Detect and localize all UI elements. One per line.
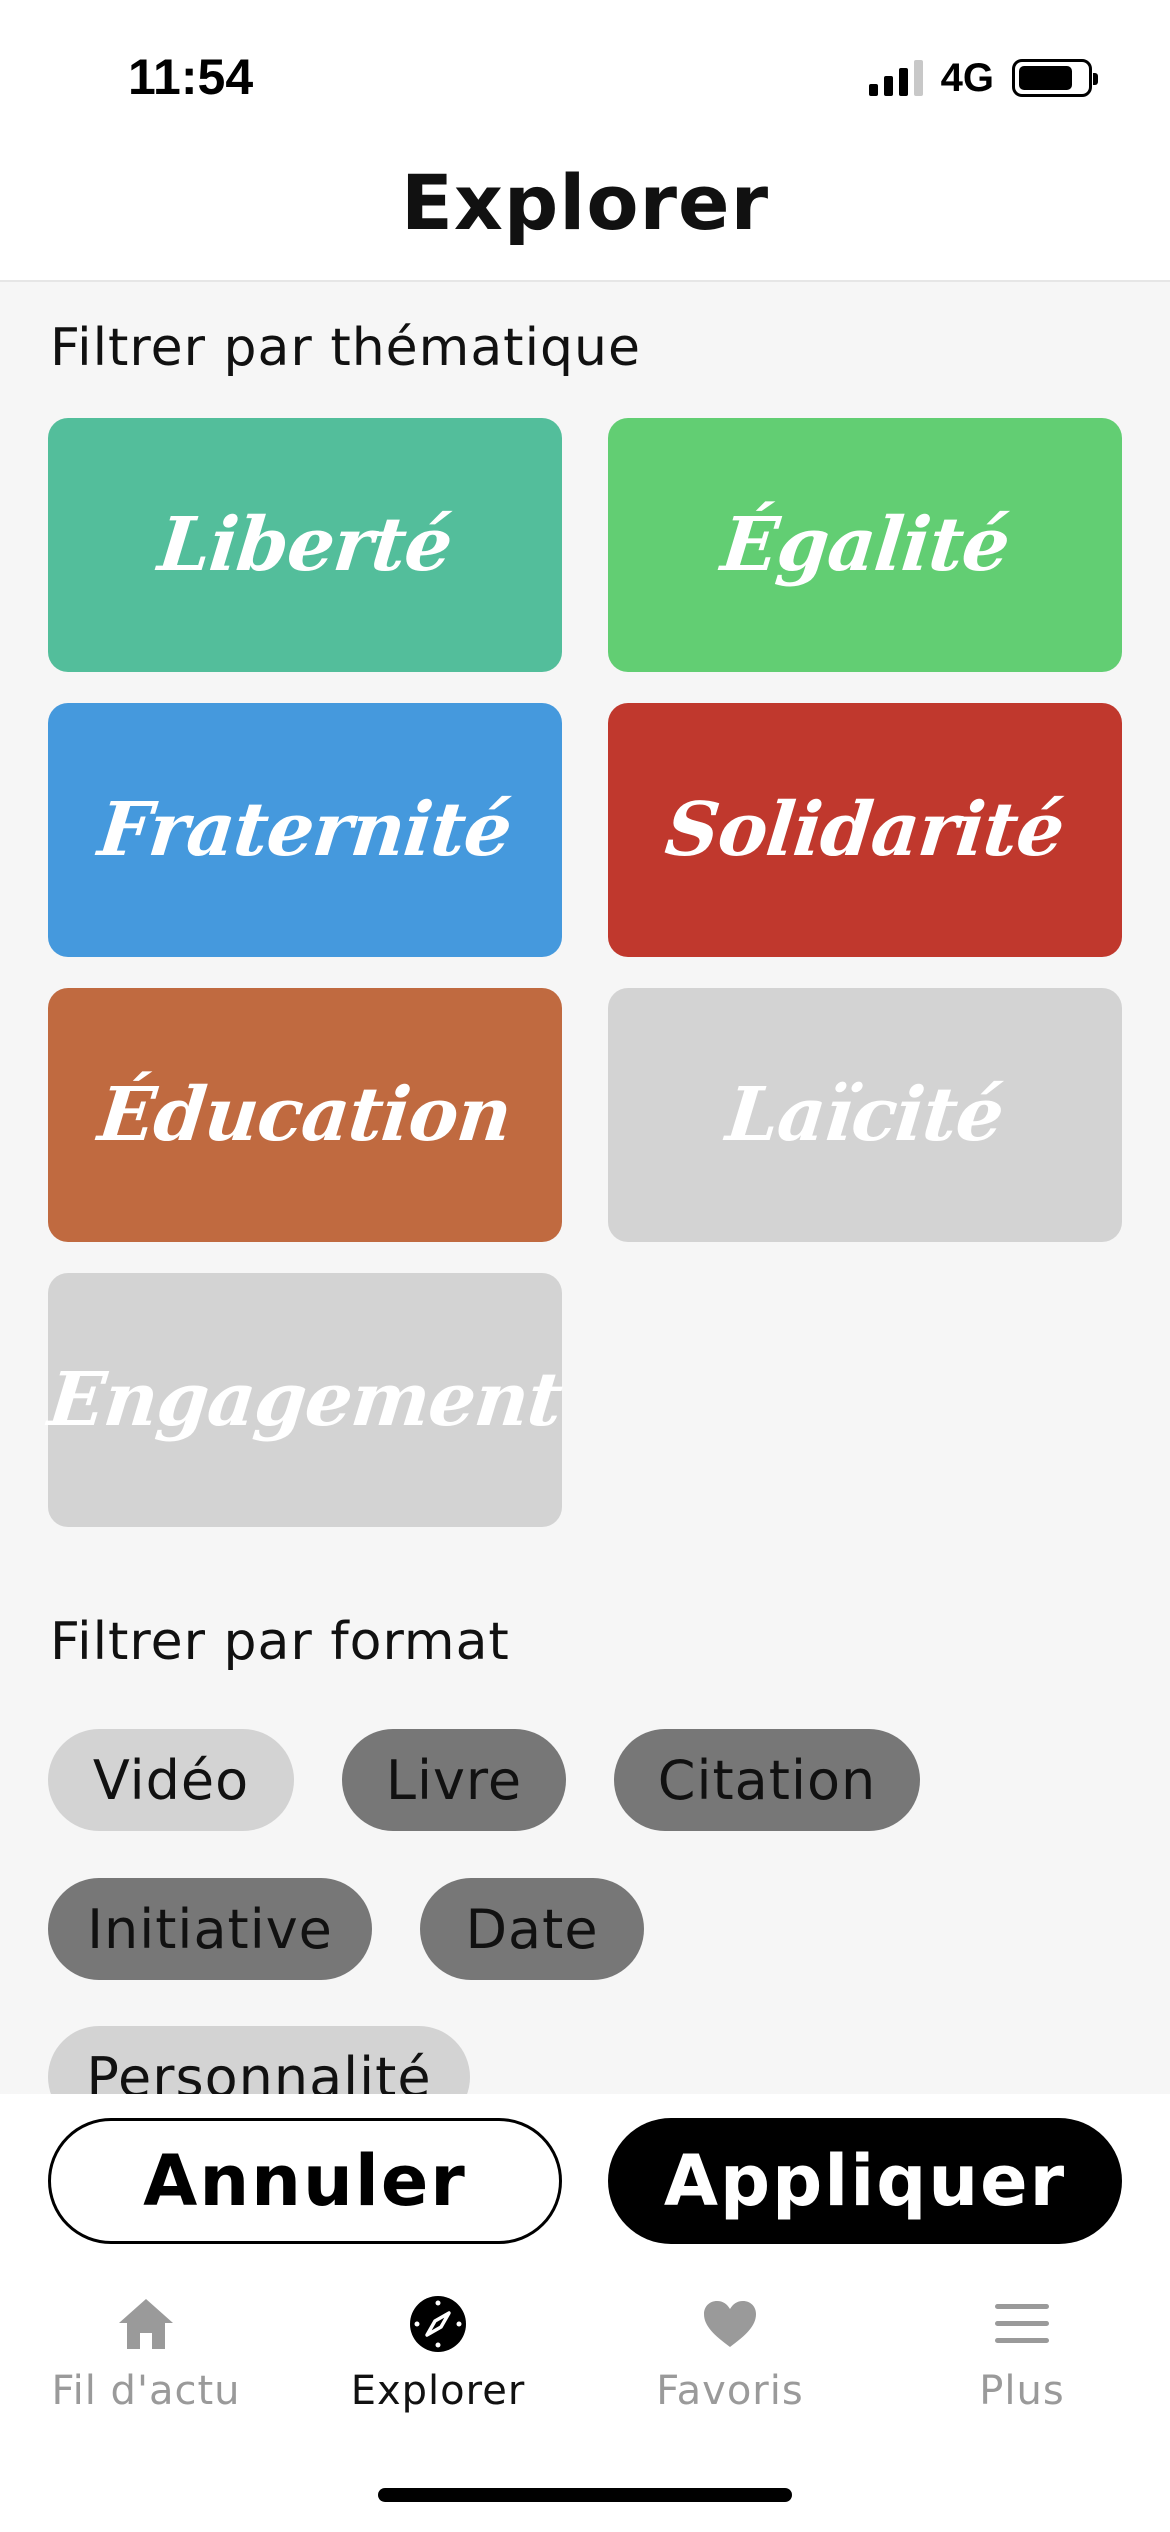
theme-filter-title: Filtrer par thématique: [50, 318, 641, 378]
format-chip-label: Vidéo: [92, 1748, 250, 1812]
status-icons: 4G: [868, 52, 1098, 104]
format-chip-label: Initiative: [87, 1897, 333, 1961]
theme-tile-label: Éducation: [94, 1072, 516, 1158]
tab-plus[interactable]: Plus: [876, 2294, 1168, 2434]
apply-button[interactable]: Appliquer: [608, 2118, 1122, 2244]
status-bar: 11:54 4G: [0, 0, 1170, 150]
format-chip-citation[interactable]: Citation: [614, 1729, 920, 1831]
page-title: Explorer: [400, 158, 770, 247]
format-chip-date[interactable]: Date: [420, 1878, 644, 1980]
tab-fil-actu[interactable]: Fil d'actu: [0, 2294, 292, 2434]
status-time: 11:54: [128, 49, 254, 105]
explorer-screen: 11:54 4G Explorer Filtrer par thématique…: [0, 0, 1170, 2532]
theme-tile-egalite[interactable]: Égalité: [608, 418, 1122, 672]
menu-icon: [992, 2294, 1052, 2354]
home-icon: [116, 2294, 176, 2354]
action-bar: Annuler Appliquer: [0, 2094, 1170, 2274]
theme-tile-education[interactable]: Éducation: [48, 988, 562, 1242]
signal-icon: [868, 60, 923, 96]
theme-tile-laicite[interactable]: Laïcité: [608, 988, 1122, 1242]
tab-explorer[interactable]: Explorer: [292, 2294, 584, 2434]
format-chip-label: Date: [465, 1897, 599, 1961]
theme-tile-fraternite[interactable]: Fraternité: [48, 703, 562, 957]
format-chip-livre[interactable]: Livre: [342, 1729, 566, 1831]
theme-tile-label: Solidarité: [661, 787, 1069, 873]
theme-tile-label: Égalité: [717, 502, 1013, 588]
theme-tile-engagement[interactable]: Engagement: [44, 1273, 566, 1527]
tab-label: Favoris: [656, 2368, 804, 2414]
tab-label: Fil d'actu: [51, 2368, 241, 2414]
theme-tile-solidarite[interactable]: Solidarité: [608, 703, 1122, 957]
theme-tile-label: Engagement: [44, 1357, 566, 1443]
format-chip-label: Citation: [657, 1748, 877, 1812]
theme-tile-liberte[interactable]: Liberté: [48, 418, 562, 672]
format-chip-label: Livre: [385, 1748, 523, 1812]
heart-icon: [700, 2294, 760, 2354]
tab-label: Plus: [979, 2368, 1065, 2414]
header: Explorer: [0, 150, 1170, 282]
compass-icon: [408, 2294, 468, 2354]
format-chip-video[interactable]: Vidéo: [48, 1729, 294, 1831]
format-filter-title: Filtrer par format: [50, 1612, 510, 1672]
home-indicator: [378, 2488, 792, 2502]
tab-label: Explorer: [350, 2368, 526, 2414]
network-type: 4G: [940, 55, 994, 100]
theme-tile-label: Laïcité: [722, 1072, 1008, 1158]
battery-icon: [1012, 59, 1098, 97]
tab-favoris[interactable]: Favoris: [584, 2294, 876, 2434]
cancel-button[interactable]: Annuler: [48, 2118, 562, 2244]
format-chip-initiative[interactable]: Initiative: [48, 1878, 372, 1980]
theme-tile-label: Fraternité: [94, 787, 516, 873]
theme-tile-label: Liberté: [154, 502, 456, 588]
